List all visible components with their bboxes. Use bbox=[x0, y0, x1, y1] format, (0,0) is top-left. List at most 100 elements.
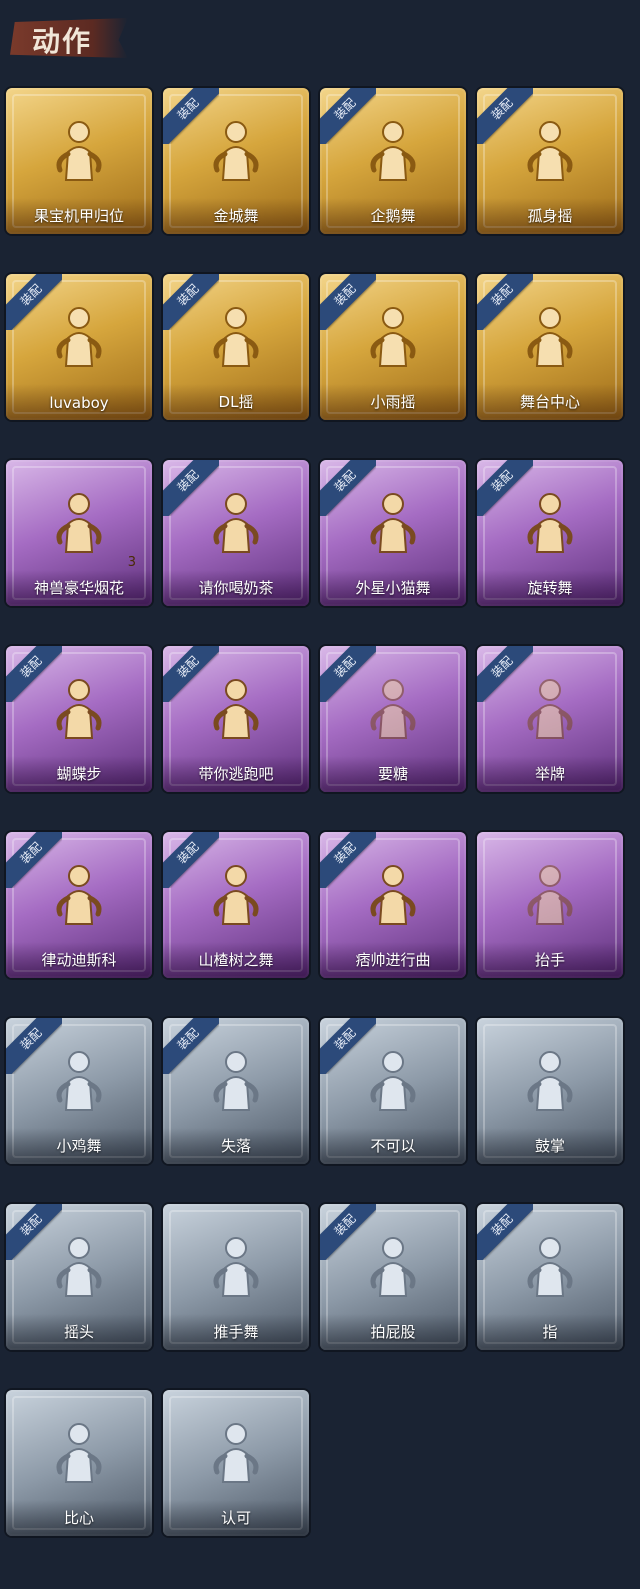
equipped-badge: 装配 bbox=[163, 1018, 219, 1074]
equipped-badge-label: 装配 bbox=[320, 1018, 376, 1074]
emote-card[interactable]: 装配 拍屁股 bbox=[320, 1204, 466, 1350]
emote-label: 带你逃跑吧 bbox=[198, 765, 274, 783]
equipped-badge: 装配 bbox=[6, 274, 62, 330]
emote-label: 神兽豪华烟花 bbox=[33, 579, 124, 597]
emote-label: luvaboy bbox=[49, 394, 109, 412]
equipped-badge: 装配 bbox=[6, 832, 62, 888]
emote-card[interactable]: 装配举牌 bbox=[477, 646, 623, 792]
emote-card[interactable]: 装配 luvaboy bbox=[6, 274, 152, 420]
equipped-badge-label: 装配 bbox=[477, 274, 533, 330]
emote-label: 小鸡舞 bbox=[56, 1137, 102, 1155]
finger-heart-icon bbox=[44, 1418, 114, 1488]
emote-card[interactable]: 装配小鸡舞 bbox=[6, 1018, 152, 1164]
emote-card[interactable]: 装配 DL摇 bbox=[163, 274, 309, 420]
equipped-badge-label: 装配 bbox=[320, 274, 376, 330]
emote-card[interactable]: 鼓掌 bbox=[477, 1018, 623, 1164]
equipped-badge-label: 装配 bbox=[6, 646, 62, 702]
emote-label: 外星小猫舞 bbox=[355, 579, 431, 597]
emote-card[interactable]: 装配不可以 bbox=[320, 1018, 466, 1164]
emote-card[interactable]: 装配小雨摇 bbox=[320, 274, 466, 420]
emote-label: 失落 bbox=[220, 1137, 251, 1155]
emote-label: 认可 bbox=[220, 1509, 251, 1527]
emote-label: 举牌 bbox=[534, 765, 565, 783]
emote-card[interactable]: 3 神兽豪华烟花 bbox=[6, 460, 152, 606]
emote-card[interactable]: 比心 bbox=[6, 1390, 152, 1536]
emote-card[interactable]: 装配蝴蝶步 bbox=[6, 646, 152, 792]
emote-card[interactable]: 装配痞帅进行曲 bbox=[320, 832, 466, 978]
section-header: 动作 bbox=[10, 14, 130, 60]
equipped-badge-label: 装配 bbox=[320, 832, 376, 888]
emote-card[interactable]: 装配山楂树之舞 bbox=[163, 832, 309, 978]
emote-label: 痞帅进行曲 bbox=[355, 951, 431, 969]
emote-card[interactable]: 装配旋转舞 bbox=[477, 460, 623, 606]
emote-label: 金城舞 bbox=[213, 207, 259, 225]
figure-flex-icon bbox=[44, 116, 114, 186]
emote-card[interactable]: 装配摇头 bbox=[6, 1204, 152, 1350]
emote-card[interactable]: 果宝机甲归位 bbox=[6, 88, 152, 234]
emote-card[interactable]: 装配外星小猫舞 bbox=[320, 460, 466, 606]
equipped-badge-label: 装配 bbox=[163, 460, 219, 516]
equipped-badge-label: 装配 bbox=[320, 460, 376, 516]
equipped-badge-label: 装配 bbox=[320, 1204, 376, 1260]
emote-label: 蝴蝶步 bbox=[56, 765, 102, 783]
equipped-badge: 装配 bbox=[163, 274, 219, 330]
emote-card[interactable]: 装配失落 bbox=[163, 1018, 309, 1164]
figure-push-icon bbox=[201, 1232, 271, 1302]
emote-card[interactable]: 装配律动迪斯科 bbox=[6, 832, 152, 978]
equipped-badge: 装配 bbox=[6, 1018, 62, 1074]
item-count: 3 bbox=[127, 555, 136, 570]
equipped-badge: 装配 bbox=[163, 460, 219, 516]
emote-card[interactable]: 推手舞 bbox=[163, 1204, 309, 1350]
equipped-badge: 装配 bbox=[6, 646, 62, 702]
emote-label: 孤身摇 bbox=[527, 207, 573, 225]
equipped-badge-label: 装配 bbox=[477, 1204, 533, 1260]
emote-label: 旋转舞 bbox=[527, 579, 573, 597]
equipped-badge-label: 装配 bbox=[163, 1018, 219, 1074]
equipped-badge-label: 装配 bbox=[6, 832, 62, 888]
equipped-badge: 装配 bbox=[477, 88, 533, 144]
emote-card[interactable]: 装配企鹅舞 bbox=[320, 88, 466, 234]
equipped-badge-label: 装配 bbox=[6, 1018, 62, 1074]
emote-label: 比心 bbox=[63, 1509, 94, 1527]
fireworks-icon bbox=[44, 488, 114, 558]
equipped-badge-label: 装配 bbox=[477, 88, 533, 144]
emote-card[interactable]: 装配孤身摇 bbox=[477, 88, 623, 234]
equipped-badge: 装配 bbox=[320, 88, 376, 144]
emote-label: 请你喝奶茶 bbox=[198, 579, 274, 597]
emote-card[interactable]: 装配 带你逃跑吧 bbox=[163, 646, 309, 792]
equipped-badge: 装配 bbox=[320, 274, 376, 330]
emote-label: 摇头 bbox=[63, 1323, 94, 1341]
emote-card[interactable]: 装配指 bbox=[477, 1204, 623, 1350]
emote-label: 抬手 bbox=[534, 951, 565, 969]
emote-grid: 果宝机甲归位 装配 金城舞 装配 企鹅舞 装配 孤身摇 装配 luvaboy 装配 DL摇 装配 小雨摇… bbox=[6, 88, 623, 1536]
equipped-badge-label: 装配 bbox=[477, 460, 533, 516]
emote-label: 律动迪斯科 bbox=[41, 951, 117, 969]
equipped-badge: 装配 bbox=[163, 88, 219, 144]
emote-label: 指 bbox=[542, 1323, 558, 1341]
equipped-badge-label: 装配 bbox=[320, 88, 376, 144]
emote-card[interactable]: 认可 bbox=[163, 1390, 309, 1536]
emote-label: 舞台中心 bbox=[519, 393, 580, 411]
emote-card[interactable]: 装配金城舞 bbox=[163, 88, 309, 234]
equipped-badge-label: 装配 bbox=[6, 274, 62, 330]
equipped-badge: 装配 bbox=[320, 1018, 376, 1074]
emote-card[interactable]: 抬手 bbox=[477, 832, 623, 978]
emote-card[interactable]: 装配请你喝奶茶 bbox=[163, 460, 309, 606]
equipped-badge-label: 装配 bbox=[6, 1204, 62, 1260]
equipped-badge: 装配 bbox=[320, 460, 376, 516]
emote-card[interactable]: 装配 要糖 bbox=[320, 646, 466, 792]
emote-label: DL摇 bbox=[218, 393, 254, 411]
emote-label: 山楂树之舞 bbox=[198, 951, 274, 969]
equipped-badge-label: 装配 bbox=[477, 646, 533, 702]
equipped-badge: 装配 bbox=[163, 832, 219, 888]
emote-label: 不可以 bbox=[370, 1137, 416, 1155]
equipped-badge-label: 装配 bbox=[163, 88, 219, 144]
equipped-badge: 装配 bbox=[320, 832, 376, 888]
emote-label: 推手舞 bbox=[213, 1323, 259, 1341]
emote-label: 企鹅舞 bbox=[370, 207, 416, 225]
equipped-badge: 装配 bbox=[320, 1204, 376, 1260]
emote-label: 鼓掌 bbox=[534, 1137, 565, 1155]
emote-card[interactable]: 装配舞台中心 bbox=[477, 274, 623, 420]
emote-label: 小雨摇 bbox=[370, 393, 416, 411]
section-title: 动作 bbox=[32, 25, 93, 58]
